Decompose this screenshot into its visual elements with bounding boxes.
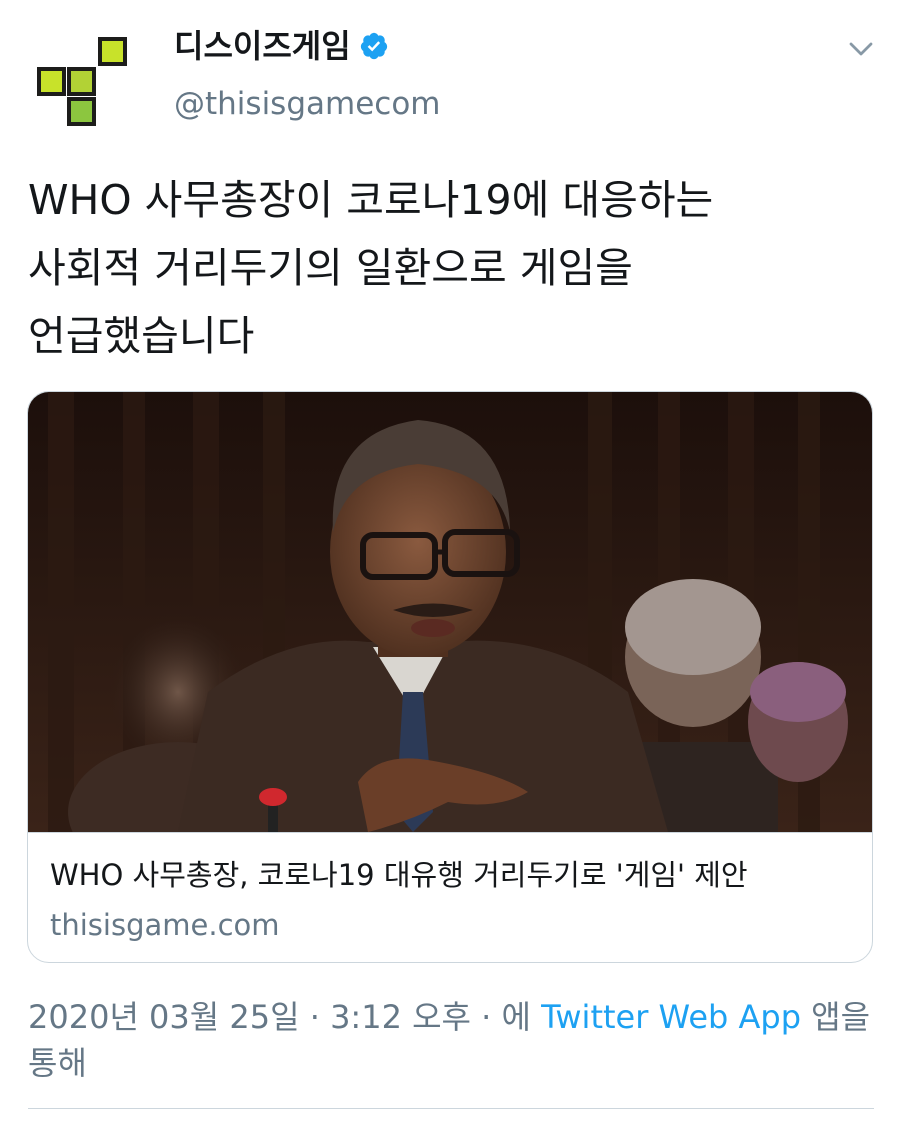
tweet-meta: 2020년 03월 25일 · 3:12 오후 · 에 Twitter Web … [28,994,878,1086]
link-preview-card[interactable]: WHO 사무총장, 코로나19 대유행 거리두기로 '게임' 제안 thisis… [27,391,873,963]
source-app-link[interactable]: Twitter Web App [541,998,801,1036]
account-handle[interactable]: @thisisgamecom [174,84,440,124]
meta-separator: · [470,998,502,1036]
tweet-text-line: 언급했습니다 [28,312,255,360]
chevron-down-icon[interactable] [846,34,876,64]
via-prefix: 에 [501,998,542,1036]
news-photo[interactable] [28,392,872,832]
card-divider [28,832,872,833]
thisisgame-logo-icon[interactable] [34,34,130,130]
card-domain[interactable]: thisisgame.com [50,905,280,945]
tweet-date[interactable]: 2020년 03월 25일 [28,998,300,1036]
tweet-text-line: 사회적 거리두기의 일환으로 게임을 [28,244,633,292]
display-name[interactable]: 디스이즈게임 [174,26,351,66]
tweet-header: 디스이즈게임 @thisisgamecom [0,0,900,150]
card-title[interactable]: WHO 사무총장, 코로나19 대유행 거리두기로 '게임' 제안 [50,855,748,895]
divider [28,1108,874,1109]
meta-separator: · [299,998,331,1036]
tweet-text-line: WHO 사무총장이 코로나19에 대응하는 [28,176,714,224]
tweet-text: WHO 사무총장이 코로나19에 대응하는 사회적 거리두기의 일환으로 게임을… [28,166,872,370]
tweet-time[interactable]: 3:12 오후 [330,998,471,1036]
name-row: 디스이즈게임 [174,26,389,66]
verified-badge-icon [360,32,387,60]
